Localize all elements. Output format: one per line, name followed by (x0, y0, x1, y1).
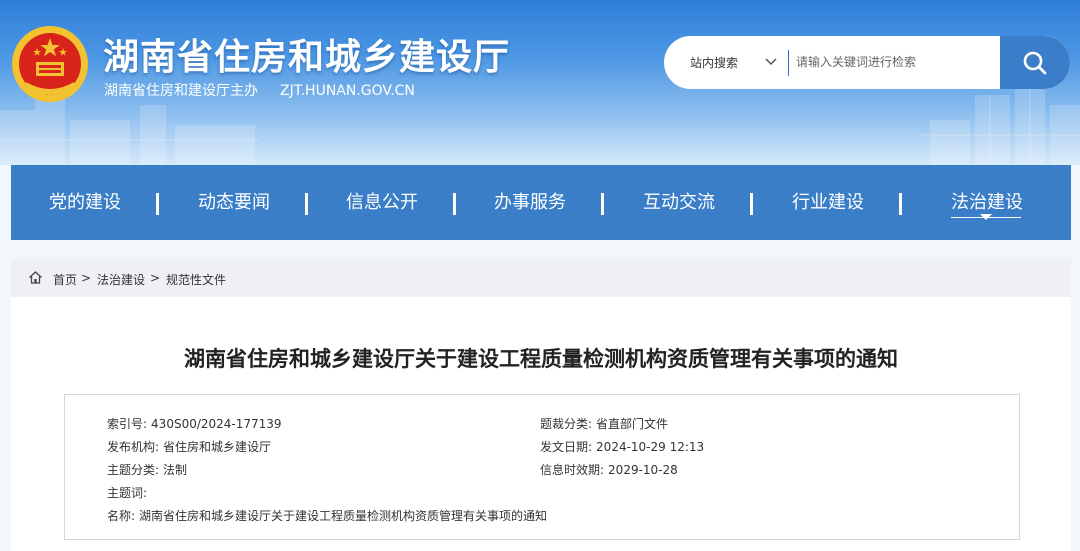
site-domain-text: ZJT.HUNAN.GOV.CN (280, 83, 415, 99)
nav-item-news[interactable]: 动态要闻 (198, 165, 270, 240)
search-scope-select[interactable]: 站内搜索 (690, 54, 738, 71)
home-icon (29, 271, 42, 284)
caret-down-icon (980, 214, 992, 220)
search-divider (788, 50, 789, 76)
meta-label: 发布机构: (107, 440, 160, 454)
nav-separator (750, 193, 753, 215)
meta-value: 省住房和城乡建设厅 (163, 440, 272, 454)
meta-label: 主题分类: (107, 463, 160, 477)
meta-label: 索引号: (107, 417, 148, 431)
meta-topic: 主题分类: 法制 (107, 461, 187, 478)
site-sponsor-text: 湖南省住房和建设厅主办 (104, 83, 258, 99)
nav-item-rule-of-law-active[interactable]: 法治建设 (951, 165, 1023, 240)
nav-separator (453, 193, 456, 215)
meta-expiry: 信息时效期: 2029-10-28 (540, 461, 678, 478)
breadcrumb-home[interactable]: 首页 (53, 271, 77, 288)
meta-value: 湖南省住房和城乡建设厅关于建设工程质量检测机构资质管理有关事项的通知 (139, 509, 548, 523)
meta-label: 信息时效期: (540, 463, 605, 477)
chevron-down-icon[interactable] (764, 56, 778, 68)
search-input[interactable] (796, 49, 996, 75)
meta-label: 题裁分类: (540, 417, 593, 431)
nav-item-info-disclosure[interactable]: 信息公开 (346, 165, 418, 240)
nav-item-industry[interactable]: 行业建设 (792, 165, 864, 240)
national-emblem-icon (12, 26, 88, 102)
breadcrumb-separator: > (81, 271, 92, 285)
meta-value: 2029-10-28 (608, 463, 678, 477)
breadcrumb: 首页 > 法治建设 > 规范性文件 (11, 259, 1071, 297)
meta-value: 省直部门文件 (596, 417, 669, 431)
site-title[interactable]: 湖南省住房和城乡建设厅 (103, 28, 510, 80)
meta-keywords: 主题词: (107, 484, 151, 501)
breadcrumb-normative-docs[interactable]: 规范性文件 (166, 271, 226, 288)
site-header: 湖南省住房和城乡建设厅 湖南省住房和建设厅主办 ZJT.HUNAN.GOV.CN … (0, 0, 1080, 165)
meta-name: 名称: 湖南省住房和城乡建设厅关于建设工程质量检测机构资质管理有关事项的通知 (107, 507, 547, 524)
meta-publisher: 发布机构: 省住房和城乡建设厅 (107, 438, 271, 455)
nav-separator (156, 193, 159, 215)
document-meta-table: 索引号: 430S00/2024-177139 题裁分类: 省直部门文件 发布机构:… (64, 394, 1020, 540)
site-subtitle: 湖南省住房和建设厅主办 ZJT.HUNAN.GOV.CN (104, 80, 415, 100)
article-panel: 首页 > 法治建设 > 规范性文件 湖南省住房和城乡建设厅关于建设工程质量检测机… (11, 259, 1071, 551)
nav-item-interaction[interactable]: 互动交流 (643, 165, 715, 240)
nav-separator (305, 193, 308, 215)
nav-item-services[interactable]: 办事服务 (494, 165, 566, 240)
search-icon (1023, 51, 1047, 74)
nav-separator (899, 193, 902, 215)
nav-item-party-building[interactable]: 党的建设 (49, 165, 121, 240)
meta-genre: 题裁分类: 省直部门文件 (540, 415, 668, 432)
nav-separator (601, 193, 604, 215)
meta-value: 法制 (163, 463, 188, 477)
breadcrumb-rule-of-law[interactable]: 法治建设 (97, 271, 145, 288)
article-title: 湖南省住房和城乡建设厅关于建设工程质量检测机构资质管理有关事项的通知 (184, 347, 898, 371)
meta-issue-date: 发文日期: 2024-10-29 12:13 (540, 438, 704, 455)
meta-index-no: 索引号: 430S00/2024-177139 (107, 415, 282, 432)
meta-label: 发文日期: (540, 440, 593, 454)
search-box: 站内搜索 (664, 36, 1070, 89)
main-nav: 党的建设 动态要闻 信息公开 办事服务 互动交流 行业建设 法治建设 (11, 165, 1071, 240)
breadcrumb-separator: > (150, 271, 161, 285)
meta-value: 430S00/2024-177139 (151, 417, 282, 431)
meta-value: 2024-10-29 12:13 (596, 440, 705, 454)
meta-label: 主题词: (107, 486, 148, 500)
meta-label: 名称: (107, 509, 136, 523)
search-button[interactable] (1000, 36, 1070, 89)
